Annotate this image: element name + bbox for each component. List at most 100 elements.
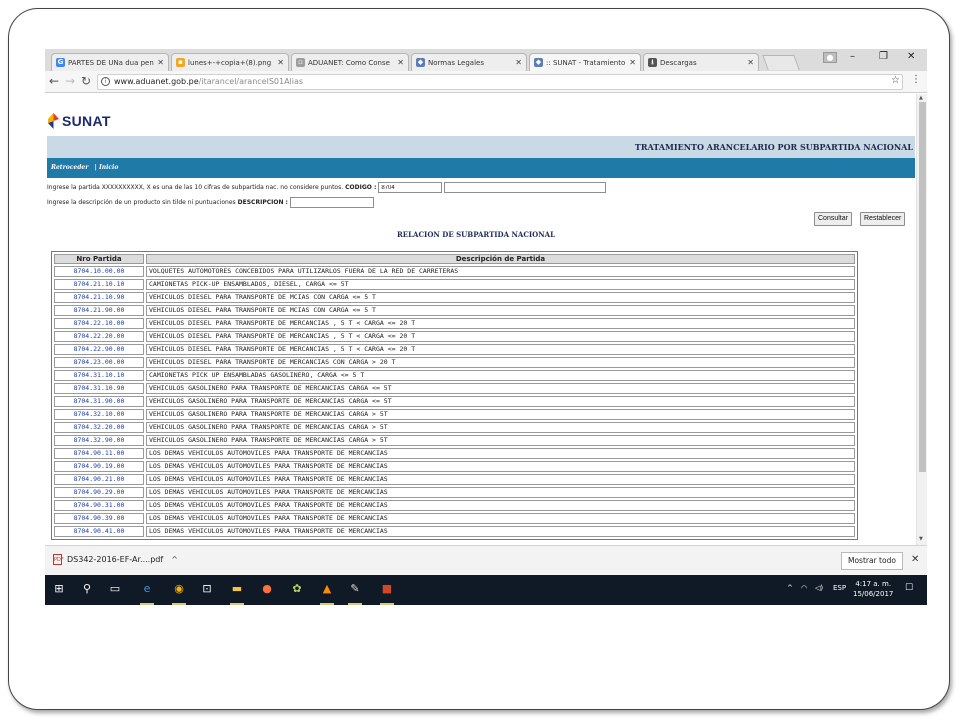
scroll-down-icon[interactable]: ▼: [919, 536, 923, 542]
download-item[interactable]: PDF DS342-2016-EF-Ar....pdf ^: [53, 554, 178, 565]
chrome-icon[interactable]: ◉: [171, 581, 187, 597]
table-row: 8704.22.10.00 VEHICULOS DIESEL PARA TRANS…: [54, 318, 855, 329]
chevron-up-icon[interactable]: ^: [171, 555, 178, 564]
notifications-icon[interactable]: ☐: [905, 583, 913, 593]
nav-separator: |: [94, 164, 97, 171]
tab-favicon-icon: ◆: [534, 58, 543, 67]
partida-code-link[interactable]: 8704.90.21.00: [54, 474, 144, 485]
back-link[interactable]: Retroceder: [51, 164, 88, 171]
tab-label: ADUANET: Como Conse: [308, 58, 390, 67]
partida-description: LOS DEMAS VEHICULOS AUTOMOVILES PARA TRA…: [146, 448, 855, 459]
tab-favicon-icon: ▪: [176, 58, 185, 67]
reload-icon[interactable]: ↻: [81, 74, 91, 88]
bookmark-star-icon[interactable]: ☆: [891, 75, 900, 86]
browser-tab[interactable]: ▪ lunes+-+copia+(8).png ✕: [171, 53, 289, 71]
forward-arrow-icon[interactable]: →: [65, 74, 75, 88]
tray-chevron-icon[interactable]: ^: [787, 584, 793, 592]
partida-code-link[interactable]: 8704.31.10.90: [54, 383, 144, 394]
edge-icon[interactable]: e: [139, 581, 155, 597]
tab-strip: G PARTES DE UNa dua pen ✕ ▪ lunes+-+copia+(8…: [45, 49, 927, 71]
table-row: 8704.23.00.00 VEHICULOS DIESEL PARA TRANS…: [54, 357, 855, 368]
restore-icon[interactable]: ❐: [879, 51, 888, 62]
codigo-label: CODIGO :: [345, 184, 377, 191]
partida-code-link[interactable]: 8704.10.00.00: [54, 266, 144, 277]
scrollbar-thumb[interactable]: [919, 102, 926, 472]
desc-prompt: Ingrese la descripción de un producto si…: [47, 199, 236, 206]
info-icon[interactable]: i: [101, 77, 110, 86]
task-view-icon[interactable]: ▭: [107, 581, 123, 597]
profile-icon[interactable]: ●: [823, 52, 837, 63]
store-icon[interactable]: ⊡: [199, 581, 215, 597]
partida-code-link[interactable]: 8704.22.90.00: [54, 344, 144, 355]
codigo-input[interactable]: [378, 182, 443, 193]
back-arrow-icon[interactable]: ←: [49, 74, 59, 88]
network-icon[interactable]: ◠: [801, 584, 807, 592]
tab-close-icon[interactable]: ✕: [747, 58, 754, 67]
file-explorer-icon[interactable]: ▬: [229, 581, 245, 597]
firefox-icon[interactable]: ●: [259, 581, 275, 597]
paint-icon[interactable]: ✎: [347, 581, 363, 597]
tab-close-icon[interactable]: ✕: [629, 58, 636, 67]
table-header-row: Nro Partida Descripción de Partida: [54, 254, 855, 264]
partida-code-link[interactable]: 8704.31.90.00: [54, 396, 144, 407]
subpartidas-table: Nro Partida Descripción de Partida 8704.…: [51, 251, 858, 540]
scroll-up-icon[interactable]: ▲: [919, 95, 923, 101]
restablecer-button[interactable]: Restablecer: [860, 212, 906, 226]
close-downloads-icon[interactable]: ✕: [911, 554, 919, 565]
table-row: 8704.90.41.00 LOS DEMAS VEHICULOS AUTOMOV…: [54, 526, 855, 537]
partida-code-link[interactable]: 8704.32.90.00: [54, 435, 144, 446]
partida-code-link[interactable]: 8704.22.10.00: [54, 318, 144, 329]
app-icon[interactable]: ✿: [289, 581, 305, 597]
page-title: TRATAMIENTO ARANCELARIO POR SUBPARTIDA N…: [47, 136, 915, 158]
browser-tab[interactable]: G PARTES DE UNa dua pen ✕: [51, 53, 169, 71]
browser-tab[interactable]: ⭳ Descargas ✕: [643, 53, 759, 71]
partida-code-link[interactable]: 8704.32.20.00: [54, 422, 144, 433]
partida-code-link[interactable]: 8704.23.00.00: [54, 357, 144, 368]
close-window-icon[interactable]: ✕: [907, 51, 915, 62]
browser-tab[interactable]: ◆ Normas Legales ✕: [411, 53, 527, 71]
partida-code-link[interactable]: 8704.32.10.00: [54, 409, 144, 420]
url-bar[interactable]: i www.aduanet.gob.pe/itarancel/arancelS0…: [97, 74, 903, 90]
table-row: 8704.21.90.00 VEHICULOS DIESEL PARA TRANS…: [54, 305, 855, 316]
partida-description: VEHICULOS GASOLINERO PARA TRANSPORTE DE …: [146, 396, 855, 407]
tab-close-icon[interactable]: ✕: [397, 58, 404, 67]
descripcion-input[interactable]: [289, 197, 374, 208]
partida-code-link[interactable]: 8704.90.41.00: [54, 526, 144, 537]
codigo-extra-input[interactable]: [444, 182, 607, 193]
table-row: 8704.90.39.00 LOS DEMAS VEHICULOS AUTOMOV…: [54, 513, 855, 524]
partida-code-link[interactable]: 8704.22.20.00: [54, 331, 144, 342]
partida-code-link[interactable]: 8704.21.90.00: [54, 305, 144, 316]
partida-code-link[interactable]: 8704.90.31.00: [54, 500, 144, 511]
partida-code-link[interactable]: 8704.90.29.00: [54, 487, 144, 498]
language-indicator[interactable]: ESP: [833, 584, 846, 592]
search-icon[interactable]: ⚲: [79, 581, 95, 597]
windows-start-icon[interactable]: ⊞: [51, 581, 67, 597]
consultar-button[interactable]: Consultar: [814, 212, 852, 226]
table-row: 8704.21.10.90 VEHICULOS DIESEL PARA TRANS…: [54, 292, 855, 303]
clock-date: 15/06/2017: [853, 590, 894, 598]
page-scrollbar[interactable]: ▲ ▼: [916, 94, 927, 545]
partida-code-link[interactable]: 8704.90.19.00: [54, 461, 144, 472]
tab-close-icon[interactable]: ✕: [157, 58, 164, 67]
partida-code-link[interactable]: 8704.21.10.90: [54, 292, 144, 303]
tab-label: Normas Legales: [428, 58, 484, 67]
powerpoint-icon[interactable]: ■: [379, 581, 395, 597]
tab-close-icon[interactable]: ✕: [515, 58, 522, 67]
partida-code-link[interactable]: 8704.31.10.10: [54, 370, 144, 381]
home-link[interactable]: Inicio: [99, 164, 118, 171]
volume-icon[interactable]: ◁): [815, 584, 823, 592]
browser-tab[interactable]: ▫ ADUANET: Como Conse ✕: [291, 53, 409, 71]
vlc-icon[interactable]: ▲: [319, 581, 335, 597]
show-all-button[interactable]: Mostrar todo: [841, 552, 903, 570]
clock[interactable]: 4:17 a. m. 15/06/2017: [853, 579, 893, 599]
minimize-icon[interactable]: –: [850, 51, 855, 62]
partida-code-link[interactable]: 8704.90.39.00: [54, 513, 144, 524]
browser-tab[interactable]: ◆:: SUNAT - Tratamiento ✕: [529, 53, 641, 71]
tab-close-icon[interactable]: ✕: [277, 58, 284, 67]
tab-label: :: SUNAT - Tratamiento: [546, 58, 626, 67]
table-row: 8704.31.10.90 VEHICULOS GASOLINERO PARA T…: [54, 383, 855, 394]
menu-dots-icon[interactable]: ⋮: [911, 74, 921, 85]
partida-code-link[interactable]: 8704.90.11.00: [54, 448, 144, 459]
partida-code-link[interactable]: 8704.21.10.10: [54, 279, 144, 290]
new-tab-button[interactable]: [762, 55, 800, 70]
